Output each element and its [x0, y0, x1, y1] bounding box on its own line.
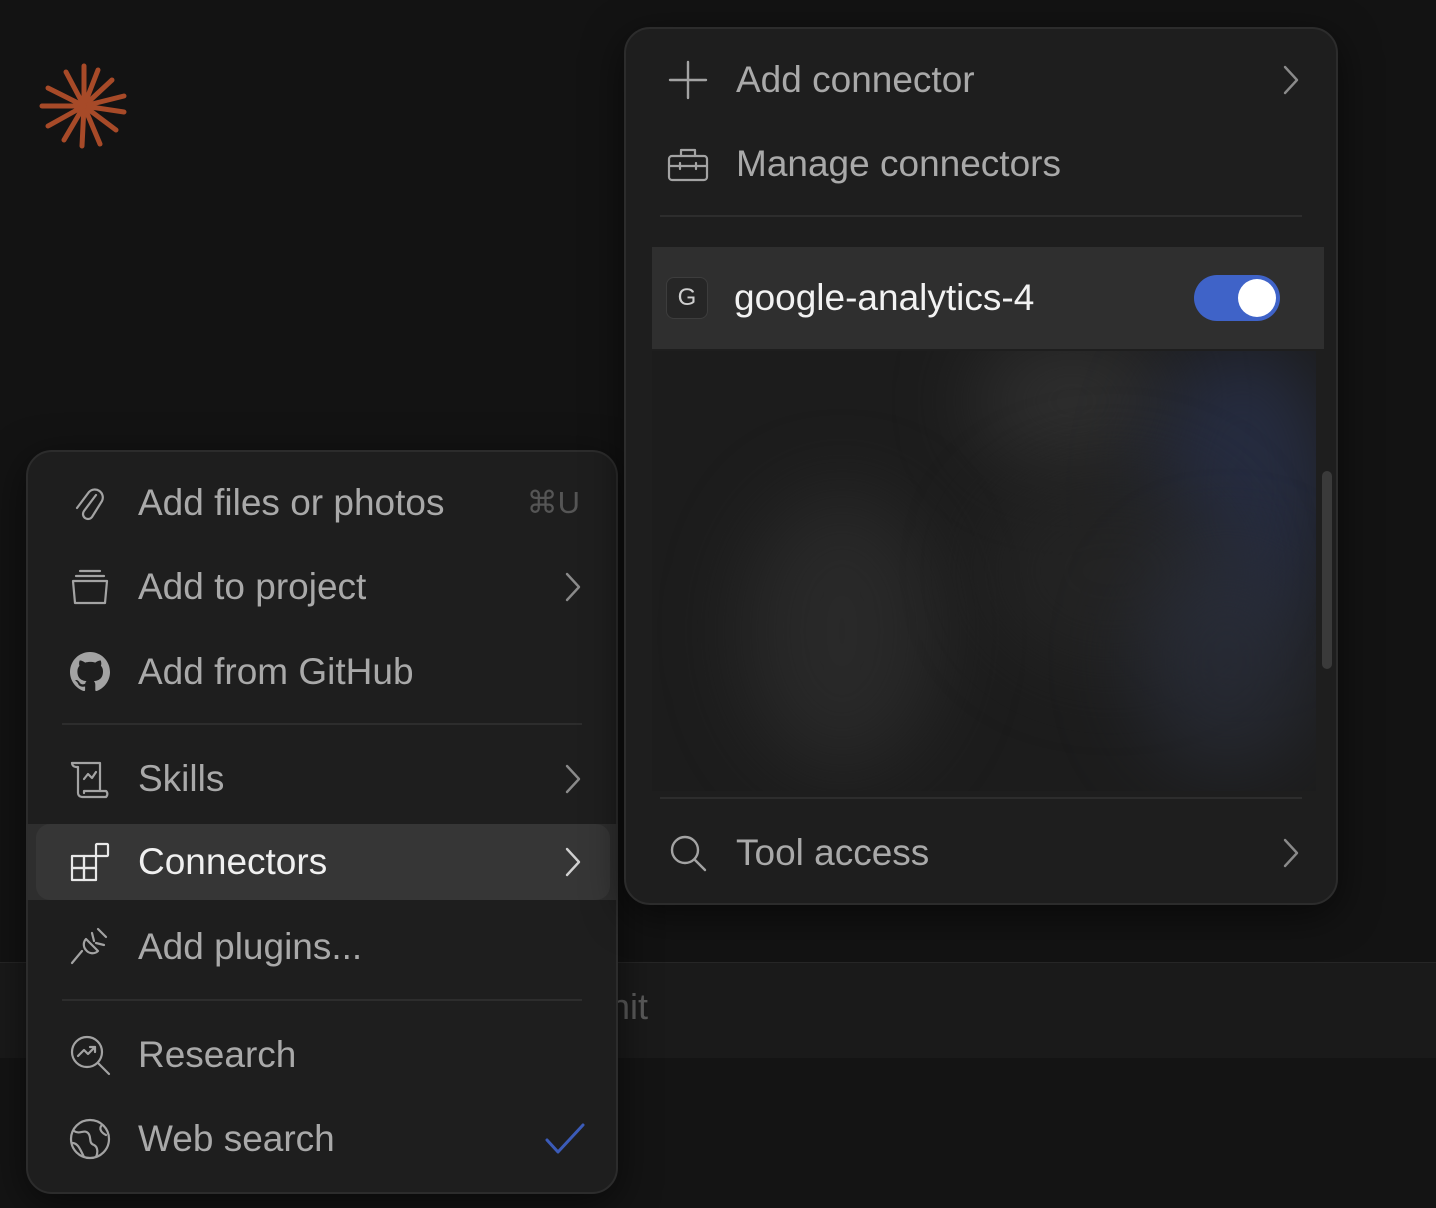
add-from-github-menu-item[interactable]: Add from GitHub	[28, 631, 616, 713]
toolbox-icon	[666, 142, 710, 186]
connector-name: google-analytics-4	[734, 277, 1035, 318]
scroll-icon	[68, 757, 112, 801]
research-label: Research	[138, 1034, 297, 1075]
plug-icon	[68, 925, 112, 969]
scrollbar[interactable]	[1322, 471, 1332, 669]
chevron-right-icon	[562, 845, 584, 879]
connectors-icon	[68, 840, 112, 884]
github-icon	[68, 650, 112, 694]
add-connector-menu-item[interactable]: Add connector	[626, 39, 1336, 121]
search-icon	[666, 831, 710, 875]
tool-access-menu-item[interactable]: Tool access	[626, 812, 1336, 894]
add-plugins-label: Add plugins...	[138, 926, 363, 967]
connector-toggle[interactable]	[1194, 275, 1280, 321]
plus-icon	[666, 58, 710, 102]
chevron-right-icon	[562, 762, 584, 796]
globe-icon	[68, 1117, 112, 1161]
paperclip-icon	[68, 481, 112, 525]
add-files-label: Add files or photos	[138, 482, 445, 523]
tool-access-label: Tool access	[736, 832, 930, 873]
manage-connectors-label: Manage connectors	[736, 143, 1061, 184]
connector-badge: G	[666, 277, 708, 319]
connector-row-google-analytics-4[interactable]: G google-analytics-4	[652, 247, 1324, 349]
menu-divider	[62, 999, 582, 1001]
web-search-label: Web search	[138, 1118, 335, 1159]
connectors-submenu: Add connector Manage connectors G google…	[624, 27, 1338, 905]
add-from-github-label: Add from GitHub	[138, 651, 414, 692]
connectors-menu-item[interactable]: Connectors	[26, 824, 618, 900]
chevron-right-icon	[562, 570, 584, 604]
checkmark-icon	[544, 1121, 586, 1157]
add-to-project-label: Add to project	[138, 566, 367, 607]
connectors-label: Connectors	[138, 841, 328, 882]
research-icon	[68, 1033, 112, 1077]
menu-divider	[660, 215, 1302, 217]
blurred-connector-list	[652, 351, 1316, 791]
menu-divider	[660, 797, 1302, 799]
add-plugins-menu-item[interactable]: Add plugins...	[28, 906, 616, 988]
toggle-knob	[1238, 279, 1276, 317]
claude-logo-icon	[39, 63, 127, 149]
project-box-icon	[68, 565, 112, 609]
skills-menu-item[interactable]: Skills	[28, 738, 616, 820]
add-connector-label: Add connector	[736, 59, 975, 100]
web-search-menu-item[interactable]: Web search	[28, 1098, 616, 1180]
chevron-right-icon	[1280, 63, 1302, 97]
chevron-right-icon	[1280, 836, 1302, 870]
research-menu-item[interactable]: Research	[28, 1014, 616, 1096]
attach-menu: Add files or photos ⌘U Add to project Ad…	[26, 450, 618, 1194]
manage-connectors-menu-item[interactable]: Manage connectors	[626, 123, 1336, 205]
add-files-shortcut: ⌘U	[526, 485, 580, 520]
skills-label: Skills	[138, 758, 225, 799]
add-to-project-menu-item[interactable]: Add to project	[28, 546, 616, 628]
menu-divider	[62, 723, 582, 725]
add-files-menu-item[interactable]: Add files or photos ⌘U	[28, 462, 616, 544]
